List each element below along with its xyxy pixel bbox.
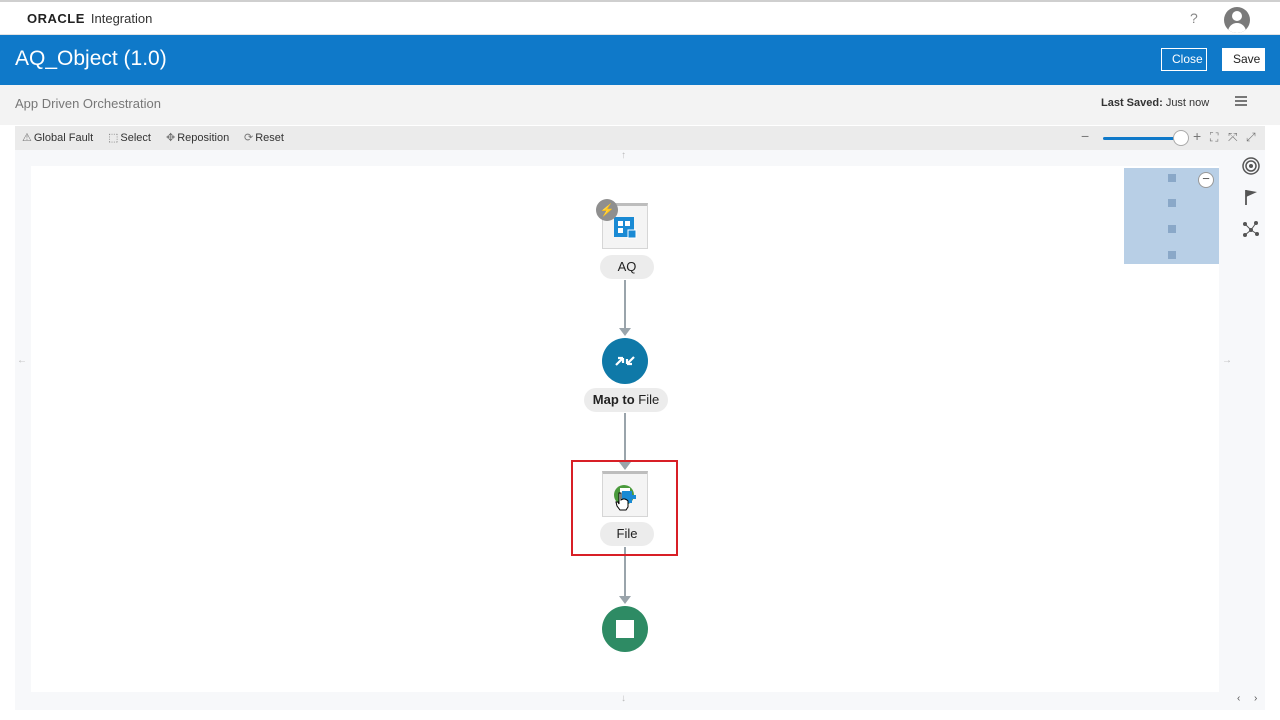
end-node[interactable] xyxy=(602,606,648,652)
close-button[interactable]: Close xyxy=(1161,48,1207,71)
zoom-slider-track[interactable] xyxy=(1103,137,1181,140)
connector-arrow xyxy=(619,596,631,604)
connector-arrow xyxy=(619,328,631,336)
connector-line xyxy=(624,413,626,463)
actual-size-icon[interactable]: ⤧ xyxy=(1228,130,1238,145)
scroll-right-icon[interactable]: → xyxy=(1222,355,1232,366)
scroll-right-button[interactable]: › xyxy=(1254,693,1257,704)
fit-icon[interactable]: ⛶ xyxy=(1210,130,1218,145)
hand-cursor-icon xyxy=(615,492,629,511)
target-icon[interactable] xyxy=(1241,156,1261,176)
select-button[interactable]: ⬚ Select xyxy=(108,131,151,145)
canvas-toolbar: ⚠ Global Fault ⬚ Select ✥ Reposition ⟳ R… xyxy=(15,126,1265,150)
aq-adapter-icon xyxy=(614,217,637,239)
reposition-button[interactable]: ✥ Reposition xyxy=(166,131,229,145)
integration-header: AQ_Object (1.0) Close Save xyxy=(0,35,1280,85)
reset-button[interactable]: ⟳ Reset xyxy=(244,131,284,145)
global-fault-button[interactable]: ⚠ Global Fault xyxy=(22,131,93,145)
aq-node-label[interactable]: AQ xyxy=(600,255,654,279)
page-title: AQ_Object (1.0) xyxy=(15,47,167,70)
product-name: Integration xyxy=(90,11,153,26)
scroll-left-button[interactable]: ‹ xyxy=(1237,693,1240,704)
map-node-label[interactable]: Map to File xyxy=(584,388,668,412)
subheader: App Driven Orchestration Last Saved: Jus… xyxy=(0,85,1280,125)
map-to-file-node[interactable] xyxy=(602,338,648,384)
help-icon[interactable]: ? xyxy=(1190,10,1198,26)
zoom-slider-handle[interactable] xyxy=(1173,130,1189,146)
brand: ORACLE Integration xyxy=(27,11,152,26)
zoom-in-button[interactable]: + xyxy=(1193,128,1201,144)
scroll-left-icon[interactable]: ← xyxy=(17,355,27,366)
collapse-minimap-button[interactable]: − xyxy=(1198,172,1214,188)
scroll-down-icon[interactable]: ↓ xyxy=(621,693,626,704)
reset-icon: ⟳ xyxy=(244,132,254,144)
stop-icon xyxy=(616,620,634,638)
map-icon xyxy=(615,356,635,366)
graph-icon[interactable] xyxy=(1241,219,1261,239)
menu-icon[interactable] xyxy=(1235,96,1247,106)
top-bar: ORACLE Integration ? xyxy=(0,0,1280,35)
expand-icon[interactable]: ⤢ xyxy=(1246,130,1256,145)
trigger-badge-icon: ⚡ xyxy=(596,199,618,221)
last-saved: Last Saved: Just now xyxy=(1101,97,1210,109)
user-icon[interactable] xyxy=(1224,7,1250,33)
select-icon: ⬚ xyxy=(108,132,119,144)
scroll-up-icon[interactable]: ↑ xyxy=(621,150,626,161)
connector-line xyxy=(624,280,626,330)
save-button[interactable]: Save xyxy=(1222,48,1265,71)
flag-icon[interactable] xyxy=(1241,187,1261,207)
oracle-logo: ORACLE xyxy=(27,11,85,26)
integration-type: App Driven Orchestration xyxy=(15,96,161,111)
reposition-icon: ✥ xyxy=(166,132,176,144)
warning-icon: ⚠ xyxy=(22,132,32,144)
overview-minimap[interactable]: − xyxy=(1124,168,1219,264)
zoom-out-button[interactable]: − xyxy=(1081,128,1089,144)
